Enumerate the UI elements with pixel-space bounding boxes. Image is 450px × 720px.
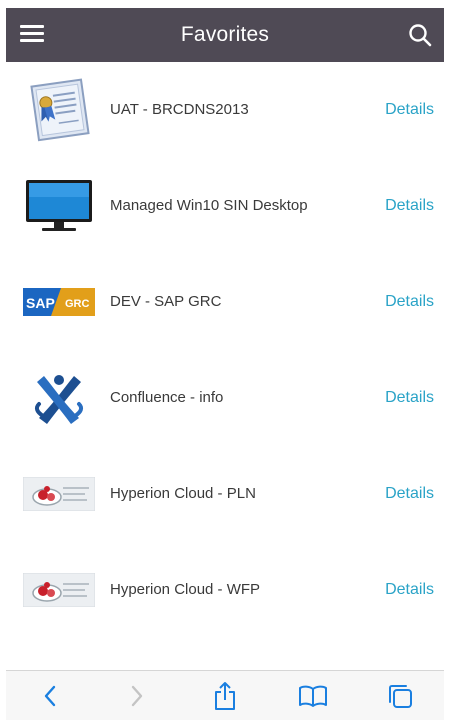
list-item-label: Managed Win10 SIN Desktop — [110, 197, 308, 214]
sap-grc-logo: SAP GRC — [22, 265, 96, 339]
details-link[interactable]: Details — [385, 293, 434, 311]
favorites-list: UAT - BRCDNS2013 Details Managed Win10 S… — [0, 62, 450, 638]
hamburger-menu-icon[interactable] — [20, 22, 44, 46]
sap-logo-text: SAP — [26, 295, 55, 311]
list-item-label: Confluence - info — [110, 389, 224, 406]
search-icon[interactable] — [406, 21, 434, 49]
confluence-logo — [22, 361, 96, 435]
list-item-dev-sap-grc[interactable]: SAP GRC DEV - SAP GRC Details — [0, 254, 450, 350]
back-icon[interactable] — [30, 676, 70, 716]
grc-logo-text: GRC — [65, 298, 90, 310]
list-item-label: Hyperion Cloud - WFP — [110, 581, 261, 598]
list-item-hyperion-cloud-pln[interactable]: Hyperion Cloud - PLN Details — [0, 446, 450, 542]
list-item-uat-brcdns2013[interactable]: UAT - BRCDNS2013 Details — [0, 62, 450, 158]
bookmarks-icon[interactable] — [293, 676, 333, 716]
browser-toolbar — [6, 670, 444, 720]
list-item-label: DEV - SAP GRC — [110, 293, 222, 310]
hyperion-cloud-icon — [22, 457, 96, 531]
hyperion-cloud-icon — [22, 553, 96, 627]
details-link[interactable]: Details — [385, 485, 434, 503]
details-link[interactable]: Details — [385, 389, 434, 407]
details-link[interactable]: Details — [385, 197, 434, 215]
header-bar: Favorites — [6, 8, 444, 62]
forward-icon[interactable] — [117, 676, 157, 716]
list-item-hyperion-cloud-wfp[interactable]: Hyperion Cloud - WFP Details — [0, 542, 450, 638]
list-item-label: UAT - BRCDNS2013 — [110, 101, 249, 118]
list-item-confluence-info[interactable]: Confluence - info Details — [0, 350, 450, 446]
list-item-label: Hyperion Cloud - PLN — [110, 485, 256, 502]
monitor-icon — [22, 169, 96, 243]
list-item-managed-win10-sin-desktop[interactable]: Managed Win10 SIN Desktop Details — [0, 158, 450, 254]
certificate-icon — [22, 73, 96, 147]
tabs-icon[interactable] — [380, 676, 420, 716]
details-link[interactable]: Details — [385, 101, 434, 119]
page-title: Favorites — [180, 23, 270, 46]
details-link[interactable]: Details — [385, 581, 434, 599]
share-icon[interactable] — [205, 676, 245, 716]
